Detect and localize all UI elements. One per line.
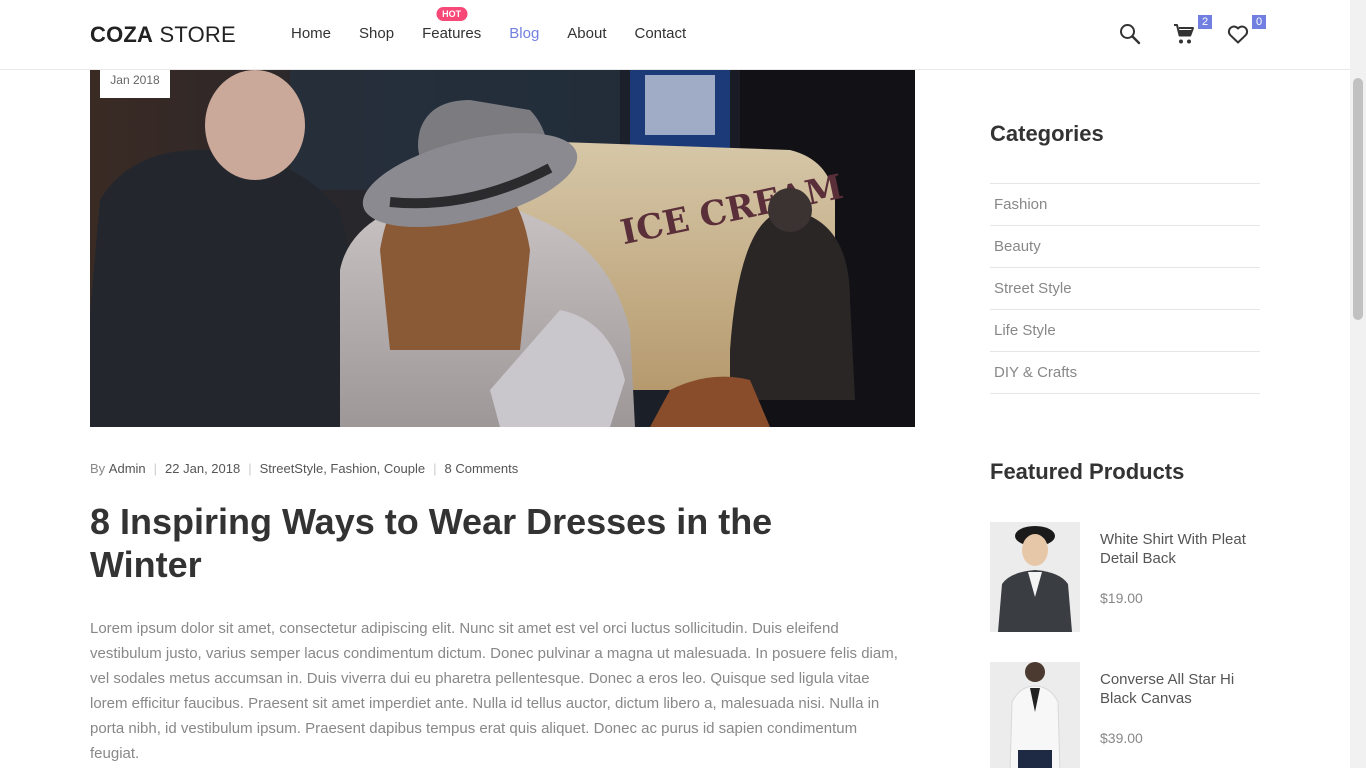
heart-icon[interactable]: 0 [1226, 15, 1266, 46]
product-name[interactable]: Converse All Star Hi Black Canvas [1100, 670, 1260, 708]
nav-features[interactable]: Features HOT [422, 7, 481, 42]
categories-heading: Categories [990, 121, 1104, 146]
nav-contact[interactable]: Contact [635, 25, 687, 42]
main-nav: Home Shop Features HOT Blog About Contact [291, 7, 714, 42]
categories-list: Fashion Beauty Street Style Life Style D… [990, 183, 1260, 394]
category-item[interactable]: Fashion [990, 184, 1260, 226]
site-header: COZA STORE Home Shop Features HOT Blog Ab… [0, 0, 1350, 70]
meta-comments[interactable]: 8 Comments [445, 461, 519, 476]
nav-blog[interactable]: Blog [509, 25, 539, 42]
category-item[interactable]: Street Style [990, 268, 1260, 310]
featured-product[interactable]: White Shirt With Pleat Detail Back $19.0… [990, 522, 1260, 632]
category-item[interactable]: Life Style [990, 310, 1260, 352]
product-name[interactable]: White Shirt With Pleat Detail Back [1100, 530, 1260, 568]
category-item[interactable]: DIY & Crafts [990, 352, 1260, 394]
meta-date: 22 Jan, 2018 [165, 461, 241, 476]
post-body: Lorem ipsum dolor sit amet, consectetur … [90, 620, 898, 762]
post-meta: By Admin | 22 Jan, 2018 | StreetStyle, F… [90, 461, 518, 476]
scrollbar[interactable] [1350, 0, 1366, 768]
meta-tags[interactable]: StreetStyle, Fashion, Couple [260, 461, 425, 476]
search-icon[interactable] [1118, 22, 1142, 46]
scrollbar-thumb[interactable] [1353, 78, 1363, 320]
featured-product[interactable]: Converse All Star Hi Black Canvas $39.00 [990, 662, 1260, 768]
nav-shop[interactable]: Shop [359, 25, 394, 42]
post-hero-image[interactable]: ICE CREAM [90, 70, 915, 427]
nav-about[interactable]: About [567, 25, 606, 42]
product-price: $39.00 [1100, 730, 1143, 746]
meta-separator: | [153, 461, 158, 476]
product-price: $19.00 [1100, 590, 1143, 606]
date-badge: Jan 2018 [100, 70, 170, 98]
post-title: 8 Inspiring Ways to Wear Dresses in the … [90, 501, 773, 585]
wishlist-count: 0 [1252, 15, 1266, 29]
hot-badge: HOT [436, 7, 468, 21]
meta-author[interactable]: Admin [109, 461, 146, 476]
featured-heading: Featured Products [990, 459, 1185, 484]
cart-count: 2 [1198, 15, 1212, 29]
cart-icon[interactable]: 2 [1172, 15, 1212, 46]
category-item[interactable]: Beauty [990, 226, 1260, 268]
product-image[interactable] [990, 662, 1080, 768]
logo[interactable]: COZA STORE [90, 22, 236, 48]
nav-home[interactable]: Home [291, 25, 331, 42]
meta-by: By [90, 461, 106, 476]
meta-separator: | [248, 461, 252, 476]
product-image[interactable] [990, 522, 1080, 632]
meta-separator: | [433, 461, 437, 476]
